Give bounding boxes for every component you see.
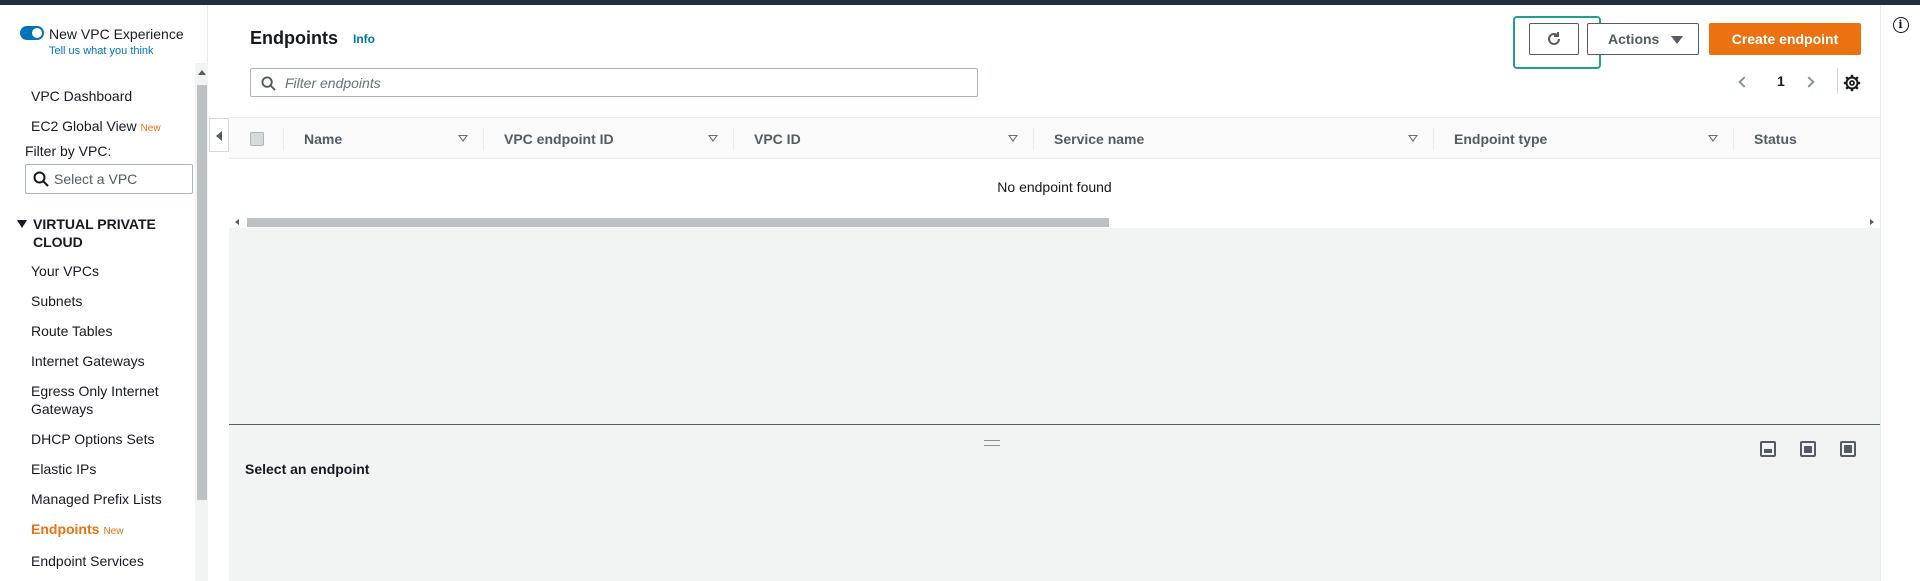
panel-bottom-icon[interactable] [1760,441,1776,457]
column-divider [1433,128,1434,150]
table-empty-row: No endpoint found [229,159,1880,215]
sidebar-scrollbar-thumb[interactable] [197,85,207,500]
sidebar-item-elastic-ips[interactable]: Elastic IPs [31,460,96,478]
column-header-name[interactable]: Name [304,131,342,147]
column-header-service-name[interactable]: Service name [1054,131,1144,147]
page-title: Endpoints [250,28,338,48]
column-divider [283,128,284,150]
sort-icon[interactable] [458,135,468,142]
filter-by-vpc-label: Filter by VPC: [25,143,112,159]
sidebar-item-ec2-global-view[interactable]: EC2 Global View New [31,117,161,138]
help-panel-rail: i [1880,5,1920,581]
sort-icon[interactable] [708,135,718,142]
info-glyph: i [1898,18,1903,31]
chevron-left-icon[interactable] [1738,76,1750,88]
sidebar-item-label: Managed Prefix Lists [31,491,162,507]
current-page[interactable]: 1 [1777,73,1785,89]
filter-endpoints-input[interactable]: Filter endpoints [250,68,978,97]
sidebar-item-dhcp-options-sets[interactable]: DHCP Options Sets [31,430,154,448]
sidebar-nav: VPC Dashboard EC2 Global View New Filter … [0,63,208,581]
pager-divider [1837,68,1838,94]
sidebar-item-label: EC2 Global View [31,118,137,134]
scroll-left-arrow-icon[interactable] [235,219,239,225]
new-experience-toggle[interactable] [20,26,44,40]
sidebar-item-label: Egress Only Internet Gateways [31,383,159,417]
panel-middle-icon[interactable] [1800,441,1816,457]
new-experience-label: New VPC Experience [49,26,184,42]
actions-dropdown[interactable]: Actions [1587,23,1699,55]
select-all-checkbox[interactable] [250,132,264,146]
sort-icon[interactable] [1408,135,1418,142]
sidebar-item-label: VPC Dashboard [31,88,133,104]
collapse-sidebar-button[interactable] [209,118,229,152]
details-panel-title: Select an endpoint [245,461,370,477]
sort-icon[interactable] [1708,135,1718,142]
panel-fill [1764,449,1772,453]
sidebar-item-egress-only-internet-gateways[interactable]: Egress Only Internet Gateways [31,382,171,418]
panel-full-icon[interactable] [1840,441,1856,457]
section-virtual-private-cloud[interactable]: VIRTUAL PRIVATE CLOUD [17,215,167,251]
info-link[interactable]: Info [353,32,375,46]
new-badge: New [103,526,124,537]
column-header-endpoint-type[interactable]: Endpoint type [1454,131,1547,147]
horizontal-scrollbar-thumb[interactable] [247,218,1109,227]
sidebar-item-managed-prefix-lists[interactable]: Managed Prefix Lists [31,490,162,508]
section-title: VIRTUAL PRIVATE CLOUD [33,216,156,250]
new-badge: New [140,123,161,134]
caret-down-icon [17,220,27,228]
column-header-vpc-endpoint-id[interactable]: VPC endpoint ID [504,131,614,147]
column-divider [733,128,734,150]
caret-down-icon [1671,36,1683,44]
sidebar-item-label: Endpoint Services [31,553,144,569]
sidebar: New VPC Experience Tell us what you thin… [0,5,208,581]
sidebar-item-your-vpcs[interactable]: Your VPCs [31,262,99,280]
column-divider [483,128,484,150]
scroll-up-arrow-icon[interactable] [198,70,206,75]
sidebar-item-subnets[interactable]: Subnets [31,292,82,310]
actions-label: Actions [1608,31,1660,47]
column-header-status[interactable]: Status [1754,131,1797,147]
chevron-right-icon[interactable] [1803,76,1815,88]
scroll-right-arrow-icon[interactable] [1870,219,1874,225]
table-horizontal-scrollbar[interactable] [229,215,1880,228]
vpc-select[interactable]: Select a VPC [25,164,193,194]
gear-icon[interactable] [1843,74,1861,92]
empty-message: No endpoint found [997,179,1112,195]
main-content: Endpoints Info Actions Create endpoint F… [229,5,1880,581]
table-header: Name VPC endpoint ID VPC ID Service name… [229,117,1880,159]
sidebar-item-label: Route Tables [31,323,113,339]
split-panel-divider [229,424,1880,425]
search-icon [261,76,276,91]
sidebar-item-internet-gateways[interactable]: Internet Gateways [31,352,145,370]
sidebar-item-label: Your VPCs [31,263,99,279]
split-panel-drag-handle[interactable] [984,440,1000,446]
sidebar-item-label: Endpoints [31,521,100,537]
refresh-icon [1548,32,1560,45]
sidebar-item-route-tables[interactable]: Route Tables [31,322,112,340]
sidebar-item-label: DHCP Options Sets [31,431,155,447]
create-endpoint-label: Create endpoint [1731,31,1839,47]
panel-fill [1844,445,1852,453]
sidebar-item-label: Elastic IPs [31,461,97,477]
refresh-button[interactable] [1529,23,1579,55]
vpc-select-placeholder: Select a VPC [54,171,138,187]
endpoints-header: Endpoints Info Actions Create endpoint F… [229,5,1880,117]
create-endpoint-button[interactable]: Create endpoint [1709,23,1861,55]
feedback-link[interactable]: Tell us what you think [49,45,154,57]
filter-placeholder: Filter endpoints [285,75,381,91]
sidebar-item-label: Subnets [31,293,83,309]
sidebar-item-label: Internet Gateways [31,353,145,369]
sort-icon[interactable] [1008,135,1018,142]
search-icon [33,171,49,187]
sidebar-item-vpc-dashboard[interactable]: VPC Dashboard [31,87,132,105]
column-header-vpc-id[interactable]: VPC ID [754,131,801,147]
sidebar-item-endpoint-services[interactable]: Endpoint Services [31,552,144,570]
info-icon[interactable]: i [1893,17,1909,33]
sidebar-item-endpoints[interactable]: Endpoints New [31,520,123,541]
column-divider [1033,128,1034,150]
panel-fill [1804,446,1812,453]
column-divider [1733,128,1734,150]
